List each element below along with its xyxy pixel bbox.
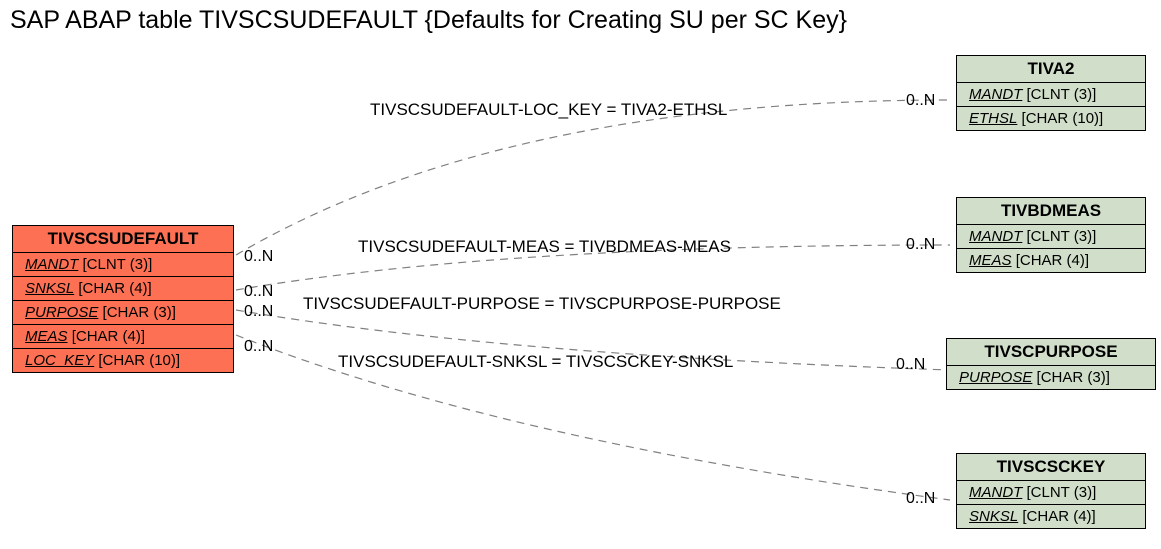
main-table-header: TIVSCSUDEFAULT (13, 226, 233, 253)
cardinality-right: 0..N (906, 92, 935, 110)
related-table-tiva2: TIVA2 MANDT [CLNT (3)] ETHSL [CHAR (10)] (956, 55, 1146, 131)
table-field: SNKSL [CHAR (4)] (957, 505, 1145, 528)
table-field: LOC_KEY [CHAR (10)] (13, 349, 233, 372)
cardinality-right: 0..N (896, 356, 925, 374)
table-field: SNKSL [CHAR (4)] (13, 277, 233, 301)
cardinality-left: 0..N (244, 248, 273, 266)
related-table-header: TIVBDMEAS (957, 198, 1145, 225)
related-table-tivscpurpose: TIVSCPURPOSE PURPOSE [CHAR (3)] (946, 338, 1156, 390)
table-field: MANDT [CLNT (3)] (13, 253, 233, 277)
related-table-header: TIVSCSCKEY (957, 454, 1145, 481)
cardinality-right: 0..N (906, 490, 935, 508)
related-table-tivbdmeas: TIVBDMEAS MANDT [CLNT (3)] MEAS [CHAR (4… (956, 197, 1146, 273)
table-field: MANDT [CLNT (3)] (957, 481, 1145, 505)
table-field: MANDT [CLNT (3)] (957, 83, 1145, 107)
table-field: MEAS [CHAR (4)] (957, 249, 1145, 272)
relation-label: TIVSCSUDEFAULT-SNKSL = TIVSCSCKEY-SNKSL (338, 352, 733, 372)
relation-label: TIVSCSUDEFAULT-PURPOSE = TIVSCPURPOSE-PU… (303, 294, 781, 314)
table-field: PURPOSE [CHAR (3)] (13, 301, 233, 325)
table-field: MANDT [CLNT (3)] (957, 225, 1145, 249)
table-field: ETHSL [CHAR (10)] (957, 107, 1145, 130)
relation-label: TIVSCSUDEFAULT-MEAS = TIVBDMEAS-MEAS (358, 237, 731, 257)
table-field: MEAS [CHAR (4)] (13, 325, 233, 349)
relation-label: TIVSCSUDEFAULT-LOC_KEY = TIVA2-ETHSL (370, 100, 727, 120)
cardinality-left: 0..N (244, 283, 273, 301)
related-table-header: TIVSCPURPOSE (947, 339, 1155, 366)
page-title: SAP ABAP table TIVSCSUDEFAULT {Defaults … (10, 6, 847, 35)
cardinality-left: 0..N (244, 338, 273, 356)
related-table-header: TIVA2 (957, 56, 1145, 83)
cardinality-right: 0..N (906, 236, 935, 254)
related-table-tivscsckey: TIVSCSCKEY MANDT [CLNT (3)] SNKSL [CHAR … (956, 453, 1146, 529)
main-table: TIVSCSUDEFAULT MANDT [CLNT (3)] SNKSL [C… (12, 225, 234, 373)
table-field: PURPOSE [CHAR (3)] (947, 366, 1155, 389)
cardinality-left: 0..N (244, 303, 273, 321)
